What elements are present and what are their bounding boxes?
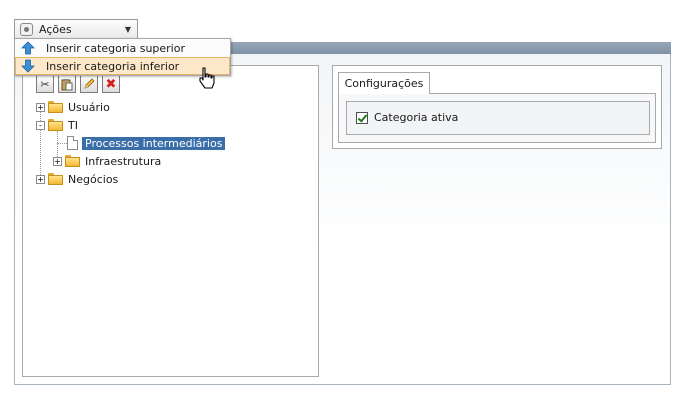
delete-icon: ✖ <box>105 76 117 92</box>
category-active-checkbox[interactable] <box>356 111 368 124</box>
scissors-icon: ✂ <box>40 77 50 91</box>
tree-node-ti[interactable]: - TI <box>36 117 78 133</box>
category-active-label: Categoria ativa <box>374 111 459 124</box>
expand-icon[interactable]: + <box>53 156 62 166</box>
arrow-up-icon <box>21 41 35 55</box>
paste-icon <box>61 78 73 90</box>
tree-node-label[interactable]: Infraestrutura <box>85 155 161 168</box>
actions-dropdown-button[interactable]: Ações ▼ <box>14 19 138 38</box>
menu-item-label: Inserir categoria inferior <box>46 59 180 73</box>
hand-cursor-icon <box>199 67 215 89</box>
document-icon <box>67 136 78 150</box>
tree-node-label[interactable]: TI <box>68 119 78 132</box>
tab-configuracoes[interactable]: Configurações <box>338 72 430 94</box>
tree-node-negocios[interactable]: + Negócios <box>36 171 118 187</box>
expand-icon[interactable]: + <box>36 174 45 184</box>
tree-toolbar: ✂ ✖ <box>36 75 120 95</box>
tree-node-label-selected[interactable]: Processos intermediários <box>82 136 226 150</box>
collapse-icon[interactable]: - <box>36 120 45 130</box>
tree-node-label[interactable]: Negócios <box>68 173 118 186</box>
folder-icon <box>65 155 80 167</box>
menu-item-insert-parent[interactable]: Inserir categoria superior <box>15 39 230 57</box>
folder-icon <box>48 173 63 185</box>
paste-button[interactable] <box>58 75 76 93</box>
folder-open-icon <box>48 119 63 131</box>
tree-node-label[interactable]: Usuário <box>68 101 110 114</box>
tree-node-infraestrutura[interactable]: + Infraestrutura <box>53 153 161 169</box>
category-active-row: Categoria ativa <box>356 111 458 124</box>
chevron-down-icon: ▼ <box>124 24 131 34</box>
menu-item-label: Inserir categoria superior <box>46 41 185 55</box>
arrow-down-icon <box>21 59 35 73</box>
pencil-icon <box>84 78 95 89</box>
cut-button[interactable]: ✂ <box>36 75 54 93</box>
edit-button[interactable] <box>80 75 98 93</box>
delete-button[interactable]: ✖ <box>102 75 120 93</box>
folder-icon <box>48 101 63 113</box>
settings-icon <box>20 22 33 36</box>
tree-node-usuario[interactable]: + Usuário <box>36 99 110 115</box>
actions-label: Ações <box>39 22 72 36</box>
expand-icon[interactable]: + <box>36 102 45 112</box>
tree-node-processos[interactable]: Processos intermediários <box>64 135 226 151</box>
